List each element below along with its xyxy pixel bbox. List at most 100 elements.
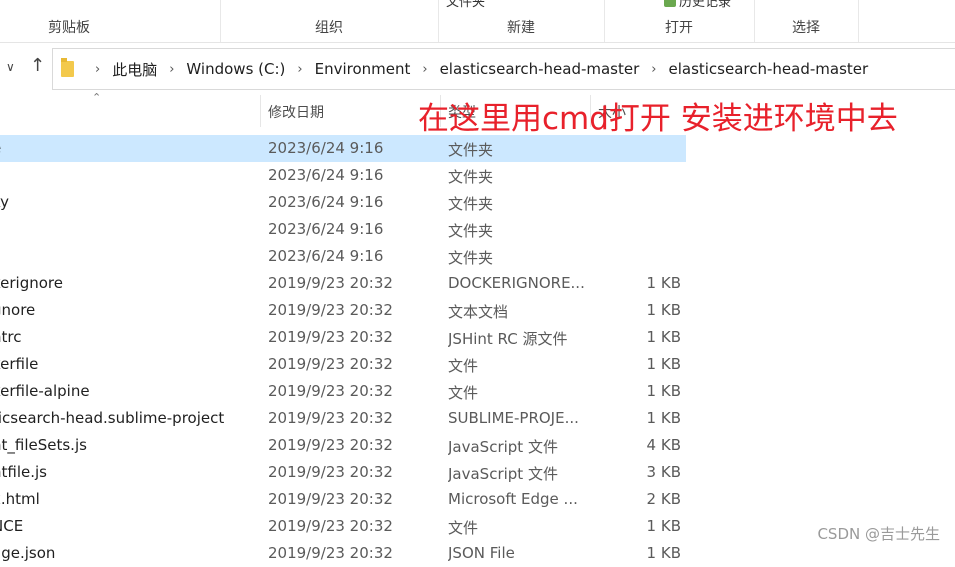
file-type: 文件 [448, 519, 479, 537]
history-icon [664, 0, 676, 7]
file-type: 文件 [448, 384, 479, 402]
file-type: 文件夹 [448, 168, 494, 186]
file-type: 文件夹 [448, 249, 494, 267]
file-row[interactable]: 2023/6/24 9:16 文件夹 [0, 243, 955, 270]
file-type: 文本文档 [448, 303, 509, 321]
file-size: 1 KB [646, 301, 681, 319]
file-row[interactable]: 2023/6/24 9:16 文件夹 [0, 216, 955, 243]
file-row[interactable]: 2023/6/24 9:16 文件夹 [0, 162, 955, 189]
new-folder-label[interactable]: 文件夹 [446, 0, 485, 10]
file-type: JSHint RC 源文件 [448, 330, 568, 348]
file-date-modified: 2019/9/23 20:32 [268, 517, 393, 535]
file-row[interactable]: ntfile.js 2019/9/23 20:32 JavaScript 文件 3 K… [0, 459, 955, 486]
file-type: 文件夹 [448, 195, 494, 213]
file-name: gnore [0, 301, 36, 319]
breadcrumb-this-pc[interactable]: 此电脑 [112, 59, 157, 80]
file-row[interactable]: NCE 2019/9/23 20:32 文件 1 KB [0, 513, 955, 540]
file-size: 3 KB [646, 463, 681, 481]
file-type: SUBLIME-PROJE... [448, 409, 579, 427]
file-date-modified: 2023/6/24 9:16 [268, 247, 384, 265]
file-row[interactable]: kerignore 2019/9/23 20:32 DOCKERIGNORE... 1… [0, 270, 955, 297]
file-type: 文件夹 [448, 141, 494, 159]
file-name: ntfile.js [0, 463, 47, 481]
file-name: age.json [0, 544, 56, 562]
watermark: CSDN @吉士先生 [817, 525, 940, 543]
file-list: e 2023/6/24 9:16 文件夹 2023/6/24 9:16 文件夹 ky 202… [0, 135, 955, 567]
file-date-modified: 2019/9/23 20:32 [268, 544, 393, 562]
file-row[interactable]: x.html 2019/9/23 20:32 Microsoft Edge ... 2… [0, 486, 955, 513]
recent-locations-chevron-icon[interactable]: ∨ [6, 60, 15, 74]
ribbon-group-label: 新建 [507, 20, 535, 36]
file-row[interactable]: kerfile 2019/9/23 20:32 文件 1 KB [0, 351, 955, 378]
file-size: 1 KB [646, 517, 681, 535]
breadcrumb: › 此电脑 › Windows (C:) › Environment › ela… [83, 49, 868, 89]
up-arrow-icon[interactable]: ↑ [30, 55, 45, 76]
file-row[interactable]: gnore 2019/9/23 20:32 文本文档 1 KB [0, 297, 955, 324]
ribbon-group-label: 打开 [665, 20, 693, 36]
file-row[interactable]: ky 2023/6/24 9:16 文件夹 [0, 189, 955, 216]
chevron-right-icon[interactable]: › [297, 62, 302, 77]
file-date-modified: 2019/9/23 20:32 [268, 382, 393, 400]
file-size: 1 KB [646, 328, 681, 346]
file-name: NCE [0, 517, 24, 535]
ribbon-group-clipboard[interactable]: 剪贴板 [0, 0, 221, 42]
breadcrumb-c-drive[interactable]: Windows (C:) [186, 60, 285, 78]
file-name: ntrc [0, 328, 22, 346]
file-row[interactable]: nt_fileSets.js 2019/9/23 20:32 JavaScript … [0, 432, 955, 459]
address-bar[interactable]: › 此电脑 › Windows (C:) › Environment › ela… [52, 48, 955, 90]
ribbon-group-label: 组织 [315, 20, 343, 36]
ribbon-group-label: 选择 [792, 20, 820, 36]
file-row[interactable]: ntrc 2019/9/23 20:32 JSHint RC 源文件 1 KB [0, 324, 955, 351]
ribbon-group-open[interactable]: 历史记录 打开 [604, 0, 755, 42]
file-date-modified: 2023/6/24 9:16 [268, 166, 384, 184]
ribbon-group-organize[interactable]: 组织 [220, 0, 439, 42]
file-name: e [0, 139, 242, 157]
breadcrumb-environment[interactable]: Environment [315, 60, 411, 78]
breadcrumb-es-head-master-1[interactable]: elasticsearch-head-master [440, 60, 640, 78]
column-divider[interactable] [260, 95, 261, 127]
file-row[interactable]: kerfile-alpine 2019/9/23 20:32 文件 1 KB [0, 378, 955, 405]
file-date-modified: 2019/9/23 20:32 [268, 436, 393, 454]
file-name: kerignore [0, 274, 63, 292]
file-row[interactable]: ticsearch-head.sublime-project 2019/9/23 … [0, 405, 955, 432]
file-name: kerfile-alpine [0, 382, 90, 400]
chevron-right-icon[interactable]: › [95, 62, 100, 77]
ribbon-group-new[interactable]: 文件夹 新建 [438, 0, 605, 42]
file-size: 1 KB [646, 409, 681, 427]
ribbon-group-select[interactable]: 选择 [754, 0, 859, 42]
column-date-modified[interactable]: 修改日期 [268, 102, 324, 122]
breadcrumb-es-head-master-2[interactable]: elasticsearch-head-master [668, 60, 868, 78]
file-date-modified: 2019/9/23 20:32 [268, 301, 393, 319]
file-date-modified: 2019/9/23 20:32 [268, 490, 393, 508]
file-size: 1 KB [646, 544, 681, 562]
chevron-right-icon[interactable]: › [651, 62, 656, 77]
file-date-modified: 2019/9/23 20:32 [268, 355, 393, 373]
file-date-modified: 2019/9/23 20:32 [268, 274, 393, 292]
file-type: 文件 [448, 357, 479, 375]
file-name: x.html [0, 490, 40, 508]
file-size: 2 KB [646, 490, 681, 508]
chevron-right-icon[interactable]: › [422, 62, 427, 77]
history-label[interactable]: 历史记录 [664, 0, 731, 10]
file-size: 4 KB [646, 436, 681, 454]
file-size: 1 KB [646, 382, 681, 400]
file-date-modified: 2019/9/23 20:32 [268, 328, 393, 346]
ribbon: 剪贴板 组织 文件夹 新建 历史记录 打开 选择 [0, 0, 955, 43]
file-date-modified: 2023/6/24 9:16 [268, 139, 384, 157]
address-toolbar: ∨ ↑ › 此电脑 › Windows (C:) › Environment ›… [0, 45, 955, 90]
file-date-modified: 2019/9/23 20:32 [268, 463, 393, 481]
file-type: JavaScript 文件 [448, 438, 558, 456]
file-name: ky [0, 193, 10, 211]
file-row[interactable]: age.json 2019/9/23 20:32 JSON File 1 KB [0, 540, 955, 567]
annotation-text: 在这里用cmd打开 安装进环境中去 [418, 101, 898, 137]
file-row[interactable]: e 2023/6/24 9:16 文件夹 [0, 135, 955, 162]
file-type: JavaScript 文件 [448, 465, 558, 483]
file-date-modified: 2019/9/23 20:32 [268, 409, 393, 427]
file-type: DOCKERIGNORE... [448, 274, 585, 292]
file-name: kerfile [0, 355, 39, 373]
ribbon-group-label: 剪贴板 [48, 20, 90, 36]
history-text: 历史记录 [679, 0, 732, 10]
chevron-right-icon[interactable]: › [169, 62, 174, 77]
file-size: 1 KB [646, 274, 681, 292]
file-type: JSON File [448, 544, 515, 562]
